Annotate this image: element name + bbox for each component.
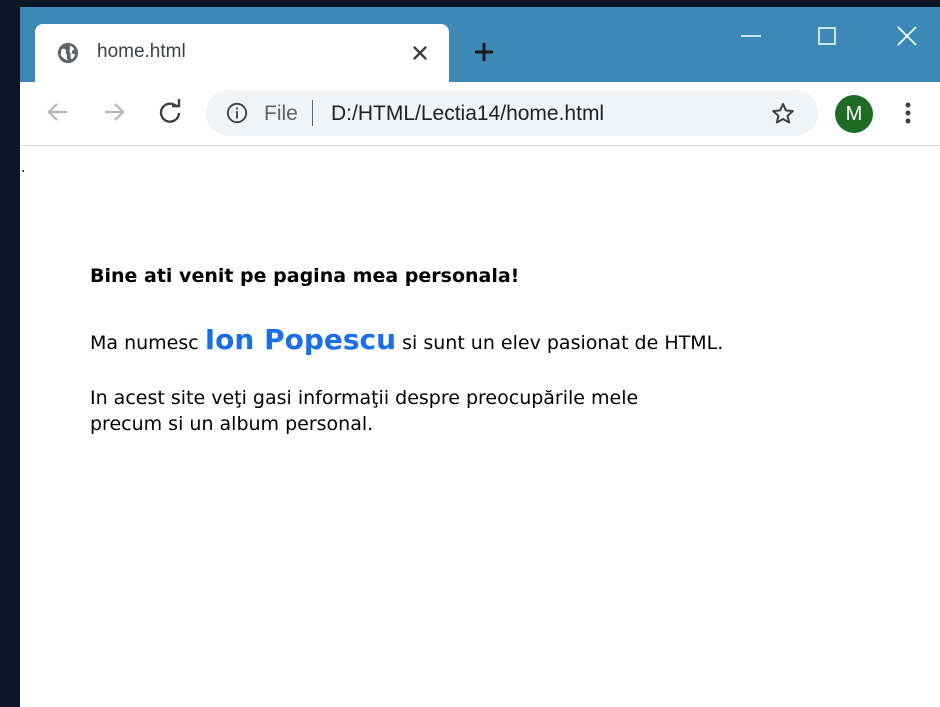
- description-paragraph: In acest site veţi gasi informaţii despr…: [90, 385, 790, 437]
- reload-icon[interactable]: [156, 98, 184, 126]
- browser-tab[interactable]: home.html: [35, 24, 449, 82]
- close-tab-icon[interactable]: [409, 42, 431, 64]
- more-menu-icon[interactable]: [896, 98, 920, 128]
- profile-avatar[interactable]: M: [835, 95, 873, 133]
- bookmark-star-icon[interactable]: [770, 101, 796, 127]
- title-bar: home.html: [20, 7, 940, 82]
- description-line-2: precum si un album personal.: [90, 413, 374, 435]
- info-icon[interactable]: [226, 102, 248, 124]
- scheme-label: File: [264, 102, 298, 125]
- maximize-icon[interactable]: [812, 21, 842, 51]
- page-content: . Bine ati venit pe pagina mea personala…: [20, 146, 940, 707]
- globe-icon: [57, 42, 79, 64]
- author-name: Ion Popescu: [204, 323, 397, 356]
- stray-mark: .: [21, 160, 26, 176]
- address-bar[interactable]: File D:/HTML/Lectia14/home.html: [206, 90, 818, 136]
- welcome-heading: Bine ati venit pe pagina mea personala!: [90, 265, 520, 287]
- url-text[interactable]: D:/HTML/Lectia14/home.html: [331, 102, 604, 126]
- close-icon[interactable]: [892, 21, 922, 51]
- arrow-left-icon[interactable]: [44, 98, 72, 126]
- tab-title: home.html: [97, 41, 186, 62]
- intro-before: Ma numesc: [90, 332, 205, 354]
- toolbar: File D:/HTML/Lectia14/home.html M: [20, 82, 940, 146]
- new-tab-icon[interactable]: [472, 40, 496, 64]
- minimize-icon[interactable]: [736, 21, 766, 51]
- description-line-1: In acest site veţi gasi informaţii despr…: [90, 387, 639, 409]
- browser-window: home.html File D:/HTML/Lectia14/home.htm…: [20, 7, 940, 707]
- arrow-right-icon[interactable]: [100, 98, 128, 126]
- omnibox-separator: [312, 100, 313, 126]
- intro-paragraph: Ma numesc Ion Popescu si sunt un elev pa…: [90, 323, 723, 356]
- intro-after: si sunt un elev pasionat de HTML.: [396, 332, 724, 354]
